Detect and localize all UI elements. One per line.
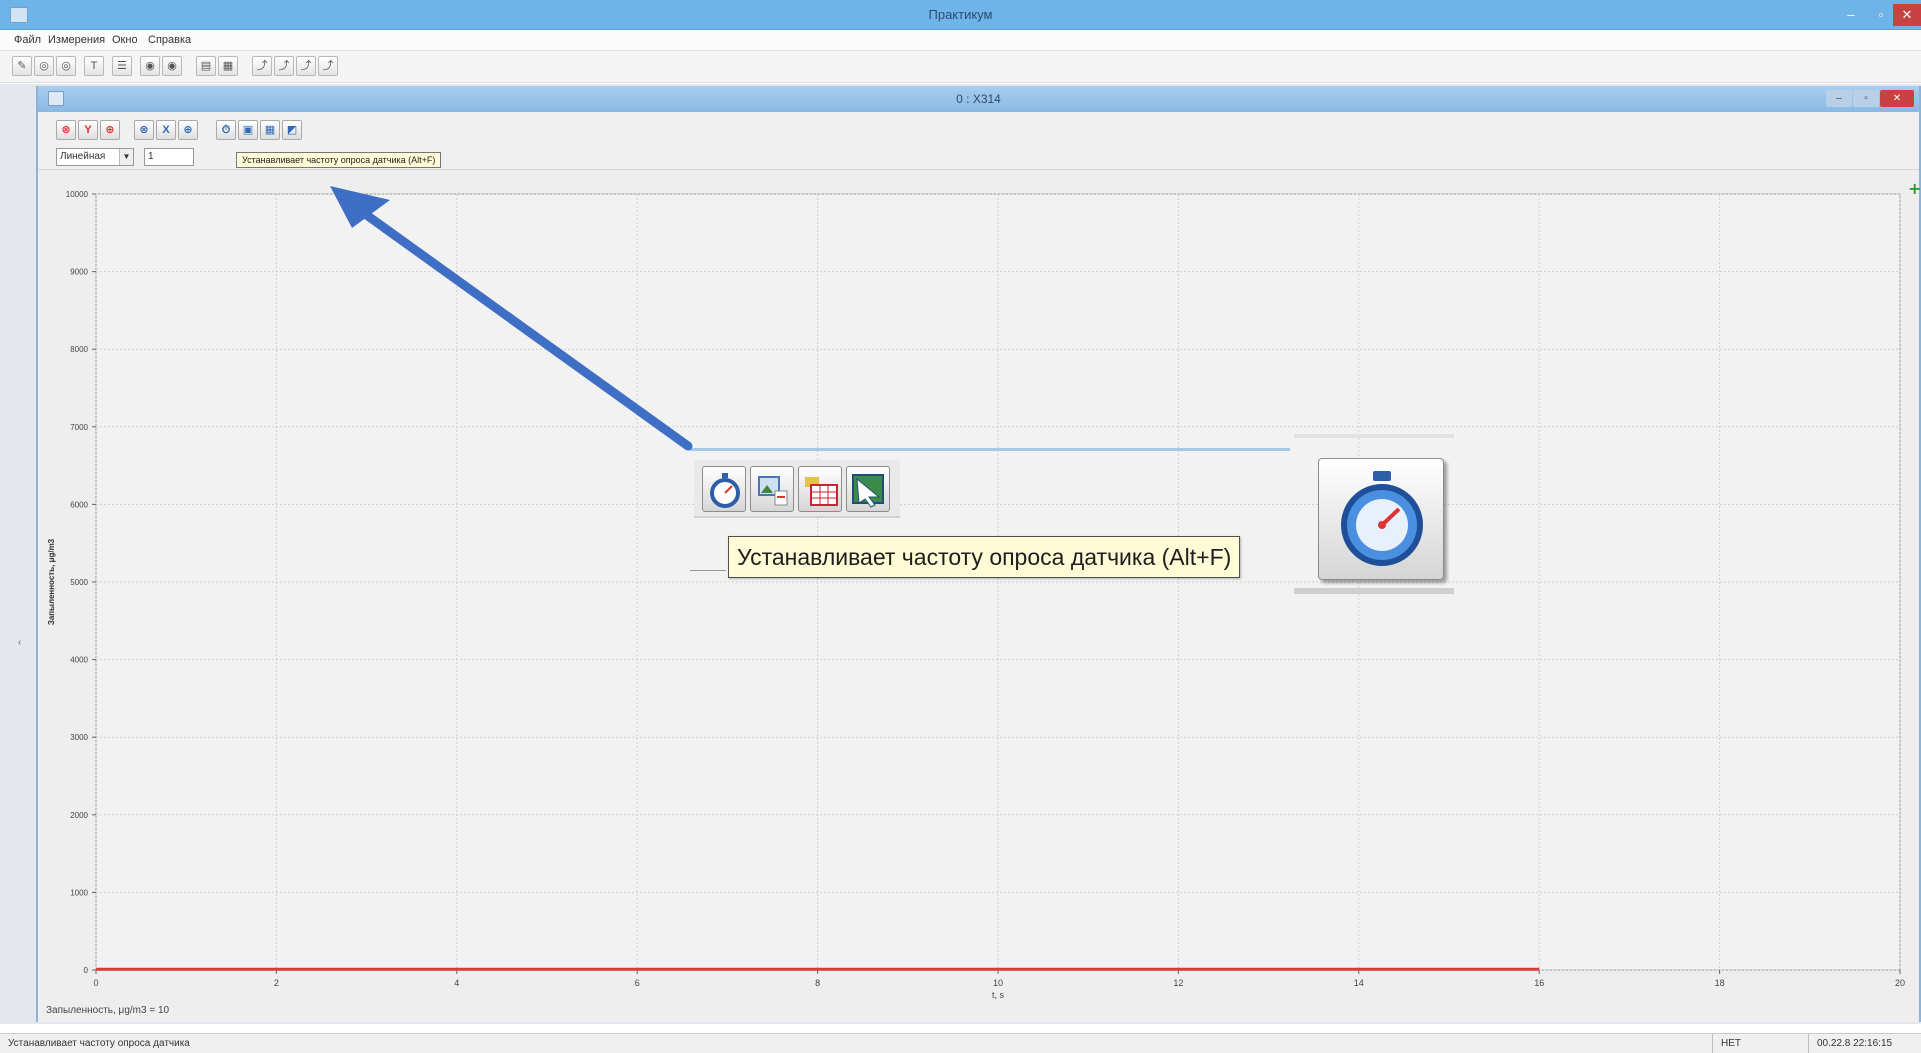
table-icon[interactable]	[798, 466, 842, 512]
callout-divider	[690, 570, 726, 571]
callout-divider	[1294, 434, 1454, 438]
y-tick-label: 8000	[70, 345, 88, 354]
y-tick-label: 7000	[70, 423, 88, 432]
y-tick-label: 5000	[70, 578, 88, 587]
stopwatch-icon[interactable]	[1318, 458, 1444, 580]
x-tick-label: 10	[993, 978, 1003, 988]
status-bar: Устанавливает частоту опроса датчика НЕТ…	[0, 1033, 1921, 1053]
chart-export-icon[interactable]	[846, 466, 890, 512]
y-tick-label: 4000	[70, 656, 88, 665]
x-tick-label: 16	[1534, 978, 1544, 988]
x-tick-label: 0	[93, 978, 98, 988]
status-text: Устанавливает частоту опроса датчика	[8, 1038, 190, 1049]
x-tick-label: 12	[1173, 978, 1183, 988]
x-tick-label: 6	[635, 978, 640, 988]
x-tick-label: 2	[274, 978, 279, 988]
y-tick-label: 9000	[70, 268, 88, 277]
x-tick-label: 4	[454, 978, 459, 988]
image-export-icon[interactable]	[750, 466, 794, 512]
status-mode: НЕТ	[1712, 1034, 1741, 1053]
status-date: 00.22.8 22:16:15	[1808, 1034, 1892, 1053]
add-axis-icon[interactable]: +	[1908, 179, 1921, 198]
y-tick-label: 10000	[66, 190, 89, 199]
x-tick-label: 20	[1895, 978, 1905, 988]
y-tick-label: 6000	[70, 500, 88, 509]
x-tick-label: 8	[815, 978, 820, 988]
y-tick-label: 3000	[70, 733, 88, 742]
callout-divider	[1294, 588, 1454, 594]
zoomed-toolbar-group	[694, 460, 900, 518]
x-axis-label: t, s	[992, 990, 1005, 1000]
callout-divider	[690, 448, 1290, 451]
x-tick-label: 14	[1354, 978, 1364, 988]
y-axis-label: Запыленность, μg/m3	[47, 538, 56, 625]
zoom-callout: Устанавливает частоту опроса датчика (Al…	[690, 434, 1456, 594]
zoomed-tooltip: Устанавливает частоту опроса датчика (Al…	[728, 536, 1241, 578]
x-tick-label: 18	[1715, 978, 1725, 988]
stopwatch-icon[interactable]	[702, 466, 746, 512]
y-tick-label: 0	[84, 966, 89, 975]
y-tick-label: 1000	[70, 888, 88, 897]
y-tick-label: 2000	[70, 811, 88, 820]
